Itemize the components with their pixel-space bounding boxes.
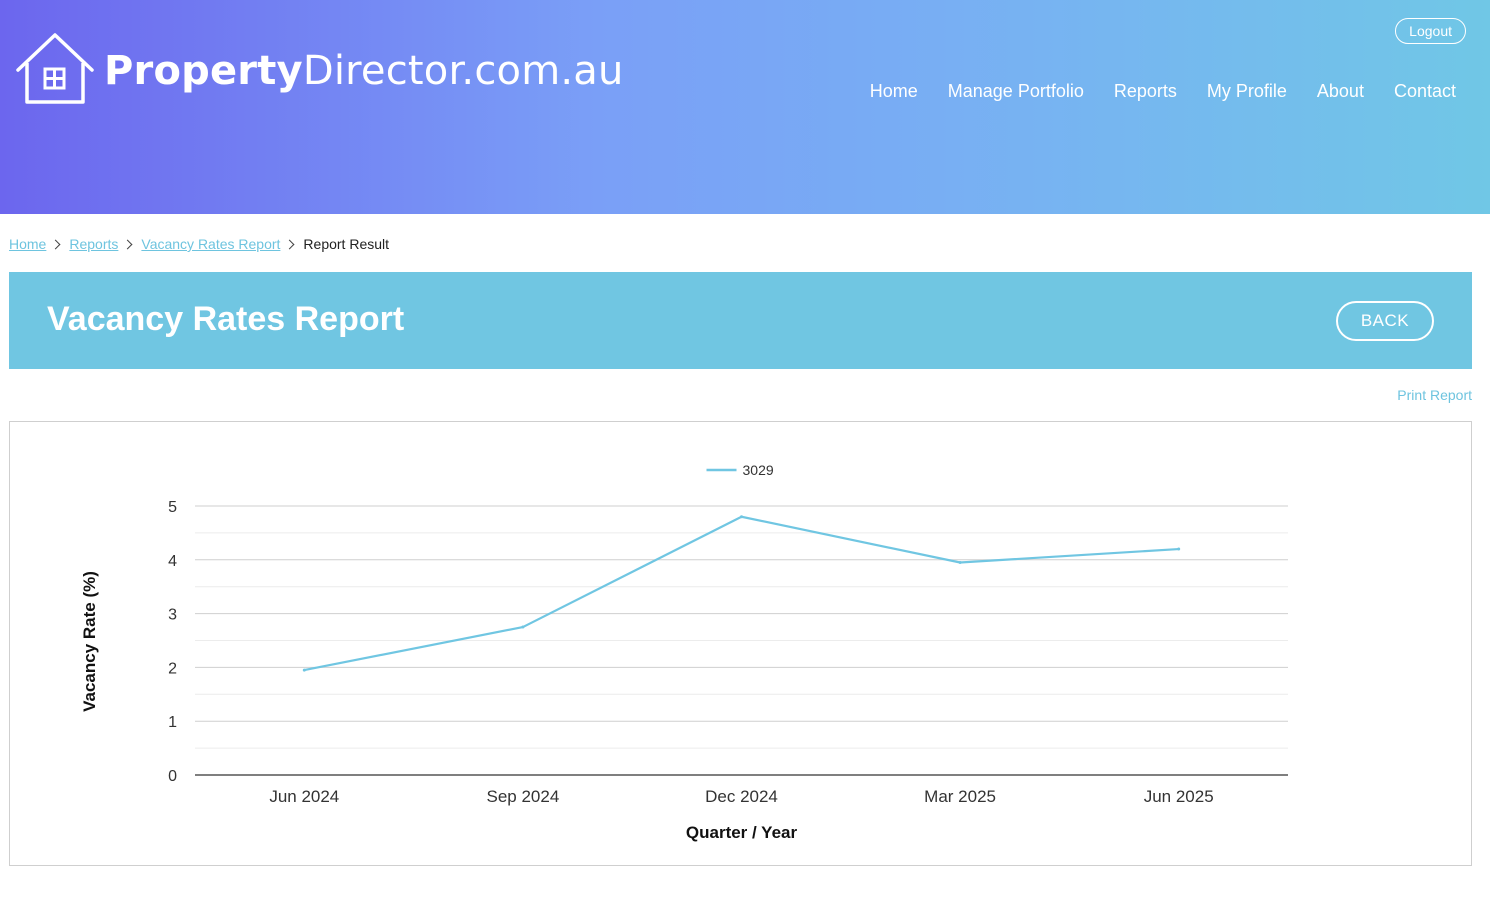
brand-name-bold: Property xyxy=(104,48,303,94)
chevron-right-icon xyxy=(50,239,61,249)
data-point xyxy=(740,515,743,519)
data-point xyxy=(1177,547,1181,551)
nav-about[interactable]: About xyxy=(1317,81,1364,102)
y-tick-label: 1 xyxy=(168,714,177,731)
site-header: PropertyDirector.com.au Logout Home Mana… xyxy=(0,0,1490,214)
site-logo[interactable]: PropertyDirector.com.au xyxy=(16,32,624,104)
nav-home[interactable]: Home xyxy=(870,81,918,102)
page-title: Vacancy Rates Report xyxy=(47,300,405,338)
chevron-right-icon xyxy=(284,239,295,249)
breadcrumb-home[interactable]: Home xyxy=(9,236,46,252)
y-tick-label: 3 xyxy=(168,607,177,624)
logout-button[interactable]: Logout xyxy=(1395,18,1466,44)
brand-name-rest: Director.com.au xyxy=(302,48,624,94)
data-point xyxy=(521,625,525,629)
x-axis-title: Quarter / Year xyxy=(686,823,798,842)
nav-manage-portfolio[interactable]: Manage Portfolio xyxy=(948,81,1084,102)
breadcrumb-vacancy-rates-report[interactable]: Vacancy Rates Report xyxy=(141,236,280,252)
y-tick-label: 5 xyxy=(168,499,177,516)
y-tick-label: 2 xyxy=(168,660,177,677)
x-tick-label: Jun 2025 xyxy=(1144,787,1214,806)
report-banner: Vacancy Rates Report BACK xyxy=(9,272,1472,369)
breadcrumb-reports[interactable]: Reports xyxy=(69,236,118,252)
nav-contact[interactable]: Contact xyxy=(1394,81,1456,102)
nav-my-profile[interactable]: My Profile xyxy=(1207,81,1287,102)
breadcrumb-current: Report Result xyxy=(303,236,390,252)
legend-label: 3029 xyxy=(743,462,774,478)
x-tick-label: Sep 2024 xyxy=(487,787,560,806)
vacancy-rate-chart: 0 1 2 3 4 5 Jun 2024 Sep 2024 Dec 2024 Mar 2025 Ju… xyxy=(80,462,1288,842)
chevron-right-icon xyxy=(122,239,133,249)
x-tick-label: Jun 2024 xyxy=(269,787,339,806)
x-tick-label: Dec 2024 xyxy=(705,787,778,806)
print-report-link[interactable]: Print Report xyxy=(1397,387,1472,403)
main-nav: Home Manage Portfolio Reports My Profile… xyxy=(870,81,1456,102)
y-tick-label: 0 xyxy=(168,768,177,785)
brand-name: PropertyDirector.com.au xyxy=(104,51,624,91)
back-button[interactable]: BACK xyxy=(1336,301,1434,341)
data-point xyxy=(302,668,306,672)
x-tick-label: Mar 2025 xyxy=(924,787,996,806)
nav-reports[interactable]: Reports xyxy=(1114,81,1177,102)
house-icon xyxy=(16,33,94,104)
y-axis-title: Vacancy Rate (%) xyxy=(80,571,99,712)
data-point xyxy=(958,560,962,564)
series-line xyxy=(304,515,1179,672)
breadcrumb: Home Reports Vacancy Rates Report Report… xyxy=(9,236,389,252)
chart-container: 0 1 2 3 4 5 Jun 2024 Sep 2024 Dec 2024 Mar 2025 Ju… xyxy=(9,421,1472,866)
y-tick-label: 4 xyxy=(168,553,177,570)
